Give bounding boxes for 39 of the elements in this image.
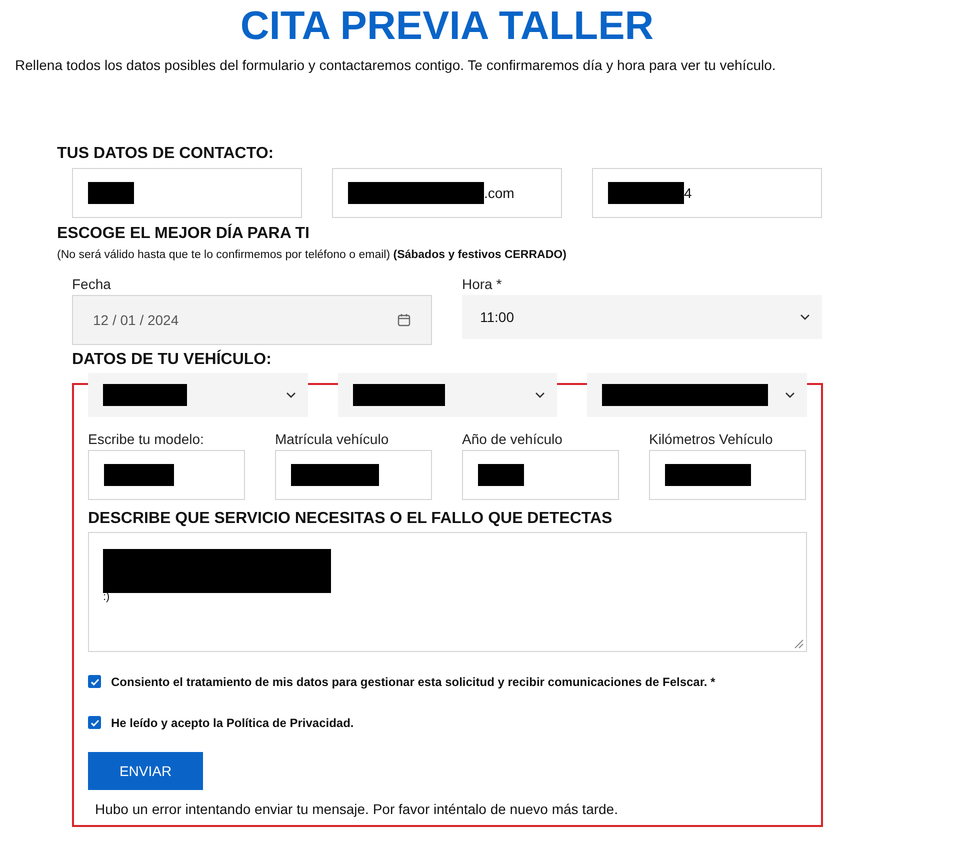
input-field[interactable] xyxy=(72,168,302,218)
error-message: Hubo un error intentando enviar tu mensaje. Por favor inténtalo de nuevo más tarde. xyxy=(95,800,619,818)
field-label: Año de vehículo xyxy=(462,430,564,448)
field-label: Kilómetros Vehículo xyxy=(649,430,774,448)
field-value: .com xyxy=(484,185,514,201)
dropdown-select[interactable] xyxy=(88,373,308,417)
submit-button[interactable]: ENVIAR xyxy=(88,752,203,790)
dropdown-select[interactable] xyxy=(338,373,558,417)
input-field[interactable]: .com xyxy=(332,168,562,218)
section-heading: DESCRIBE QUE SERVICIO NECESITAS O EL FALLO QUE DETECTAS xyxy=(88,509,614,529)
input-field[interactable] xyxy=(275,450,432,500)
section-heading: TUS DATOS DE CONTACTO: xyxy=(57,144,275,164)
checkbox[interactable] xyxy=(88,716,101,729)
consent-label: Consiento el tratamiento de mis datos para gestionar esta solicitud y recibir comunicaciones de Felscar. * xyxy=(111,674,716,688)
section-heading: ESCOGE EL MEJOR DÍA PARA TI xyxy=(57,224,310,244)
resize-grip-icon[interactable] xyxy=(794,639,804,649)
field-value: 4 xyxy=(684,185,692,201)
time-select[interactable]: 11:00 xyxy=(462,295,822,339)
section-heading: DATOS DE TU VEHÍCULO: xyxy=(72,351,272,369)
intro-text: Rellena todos los datos posibles del formulario y contactaremos contigo. Te confirmaremos día y hora para ver tu vehículo. xyxy=(15,56,777,74)
page-title: CITA PREVIA TALLER xyxy=(239,3,655,48)
chevron-down-icon xyxy=(785,392,796,398)
text-area[interactable]: :) xyxy=(88,532,807,652)
checkbox[interactable] xyxy=(88,675,101,688)
consent-label: He leído y acepto la Política de Privacidad. xyxy=(111,716,354,730)
chevron-down-icon xyxy=(286,392,296,398)
input-field[interactable] xyxy=(88,450,245,500)
field-value: :) xyxy=(103,591,111,603)
input-field[interactable]: 4 xyxy=(592,168,822,218)
input-field[interactable] xyxy=(649,450,806,500)
field-label: Fecha xyxy=(72,275,112,293)
field-label: Escribe tu modelo: xyxy=(88,430,205,448)
input-field[interactable] xyxy=(462,450,619,500)
dropdown-select[interactable] xyxy=(587,373,808,417)
note-text: (No será válido hasta que te lo confirmemos por teléfono o email) (Sábados y festivos CERRADO) xyxy=(57,248,568,263)
field-label: Hora * xyxy=(462,275,503,293)
field-label: Matrícula vehículo xyxy=(275,430,390,448)
chevron-down-icon xyxy=(800,314,810,320)
chevron-down-icon xyxy=(535,392,546,398)
